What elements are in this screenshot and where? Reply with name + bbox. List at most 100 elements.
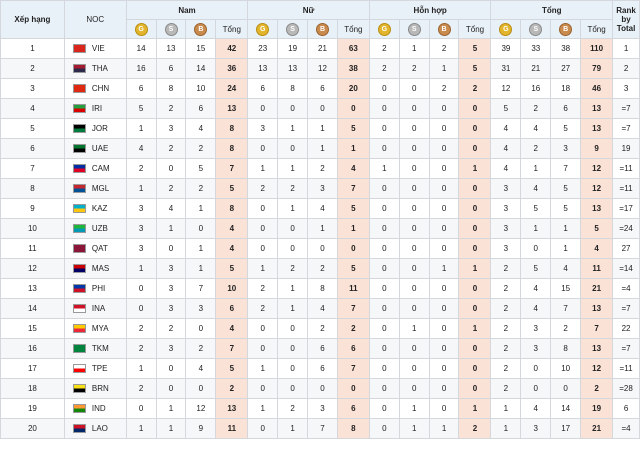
flag-icon xyxy=(72,164,86,174)
medal-table: Xếp hạng NOC Nam Nữ Hỗn hợp Tổng Rank by… xyxy=(0,0,640,439)
medal-count-cell: 10 xyxy=(185,78,217,99)
medal-count-cell: 0 xyxy=(247,338,279,359)
medal-count-cell: 0 xyxy=(368,378,400,399)
medal-count-cell: 1 xyxy=(277,198,309,219)
total-cell: 5 xyxy=(336,118,370,139)
medal-count-cell: 4 xyxy=(550,258,582,279)
medal-count-cell: 8 xyxy=(155,78,187,99)
rank-cell: 18 xyxy=(0,378,65,399)
flag-icon xyxy=(72,344,86,354)
medal-count-cell: 1 xyxy=(185,258,217,279)
flag-icon xyxy=(72,84,86,94)
total-cell: 2 xyxy=(215,378,249,399)
medal-count-cell: 5 xyxy=(185,158,217,179)
medal-count-cell: 5 xyxy=(125,98,157,119)
medal-count-cell: 1 xyxy=(550,238,582,259)
rank-cell: 12 xyxy=(0,258,65,279)
table-row: 13 PHI 0 3 7 10 2 1 8 11 0 0 0 0 2 4 15 21 =4 xyxy=(0,278,640,299)
medal-count-cell: 0 xyxy=(368,358,400,379)
total-cell: 1 xyxy=(458,158,492,179)
rank-cell: 6 xyxy=(0,138,65,159)
noc-cell: IND xyxy=(63,398,127,419)
medal-count-cell: 0 xyxy=(368,338,400,359)
noc-cell: CHN xyxy=(63,78,127,99)
total-cell: 12 xyxy=(580,158,614,179)
flag-icon xyxy=(72,284,86,294)
medal-count-cell: 0 xyxy=(398,198,430,219)
medal-count-cell: 6 xyxy=(307,358,338,379)
flag-icon xyxy=(72,364,86,374)
rank-cell: 9 xyxy=(0,198,65,219)
medal-count-cell: 2 xyxy=(185,178,217,199)
medal-count-cell: 6 xyxy=(247,78,279,99)
medal-count-cell: 4 xyxy=(307,298,338,319)
medal-count-cell: 0 xyxy=(520,358,552,379)
medal-count-cell: 1 xyxy=(428,258,460,279)
total-cell: 0 xyxy=(458,218,492,239)
medal-count-cell: 2 xyxy=(490,338,522,359)
medal-count-cell: 6 xyxy=(307,338,338,359)
noc-code: INA xyxy=(91,303,106,313)
noc-cell: INA xyxy=(63,298,127,319)
medal-count-cell: 1 xyxy=(520,218,552,239)
rank-cell: 13 xyxy=(0,278,65,299)
noc-code: JOR xyxy=(91,123,108,133)
rank-cell: 1 xyxy=(0,38,65,59)
medal-count-cell: 0 xyxy=(368,178,400,199)
medal-count-cell: 4 xyxy=(520,118,552,139)
rank-cell: 10 xyxy=(0,218,65,239)
medal-count-cell: 1 xyxy=(125,358,157,379)
medal-count-cell: 2 xyxy=(155,318,187,339)
medal-count-cell: 2 xyxy=(247,298,279,319)
medal-count-cell: 2 xyxy=(368,38,400,59)
total-cell: 19 xyxy=(580,398,614,419)
total-cell: 8 xyxy=(215,138,249,159)
rank-by-total-cell: =17 xyxy=(612,198,640,219)
medal-count-cell: 7 xyxy=(550,298,582,319)
medal-count-cell: 0 xyxy=(277,338,309,359)
medal-count-cell: 0 xyxy=(247,378,279,399)
rank-by-total-cell: =7 xyxy=(612,118,640,139)
total-cell: 0 xyxy=(458,198,492,219)
medal-count-cell: 1 xyxy=(247,158,279,179)
medal-count-cell: 12 xyxy=(490,78,522,99)
medal-count-cell: 0 xyxy=(428,238,460,259)
total-cell: 6 xyxy=(336,338,370,359)
total-cell: 5 xyxy=(458,58,492,79)
noc-cell: MAS xyxy=(63,258,127,279)
medal-count-cell: 4 xyxy=(520,278,552,299)
medal-count-cell: 0 xyxy=(398,338,430,359)
total-cell: 4 xyxy=(336,158,370,179)
medal-count-cell: 4 xyxy=(185,118,217,139)
medal-count-cell: 4 xyxy=(490,118,522,139)
medal-count-cell: 27 xyxy=(550,58,582,79)
noc-code: LAO xyxy=(91,423,108,433)
rank-cell: 7 xyxy=(0,158,65,179)
rank-by-total-cell: =11 xyxy=(612,178,640,199)
total-cell: 0 xyxy=(458,278,492,299)
total-cell: 0 xyxy=(336,98,370,119)
noc-cell: JOR xyxy=(63,118,127,139)
total-cell: 13 xyxy=(580,198,614,219)
medal-count-cell: 0 xyxy=(398,138,430,159)
rank-by-total-cell: 6 xyxy=(612,398,640,419)
total-cell: 1 xyxy=(458,318,492,339)
total-cell: 10 xyxy=(215,278,249,299)
medal-count-cell: 0 xyxy=(368,118,400,139)
total-cell: 13 xyxy=(580,98,614,119)
gold-medal-icon: G xyxy=(134,22,148,36)
medal-count-cell: 3 xyxy=(490,218,522,239)
flag-icon xyxy=(72,324,86,334)
medal-count-cell: 0 xyxy=(307,98,338,119)
noc-code: CAM xyxy=(91,163,110,173)
medal-count-cell: 4 xyxy=(520,298,552,319)
medal-count-cell: 0 xyxy=(125,278,157,299)
medal-count-cell: 3 xyxy=(520,338,552,359)
medal-count-cell: 4 xyxy=(155,198,187,219)
medal-count-cell: 15 xyxy=(185,38,217,59)
medal-count-cell: 2 xyxy=(307,258,338,279)
medal-count-cell: 10 xyxy=(550,358,582,379)
medal-count-cell: 4 xyxy=(125,138,157,159)
total-cell: 4 xyxy=(215,318,249,339)
medal-count-cell: 0 xyxy=(398,378,430,399)
